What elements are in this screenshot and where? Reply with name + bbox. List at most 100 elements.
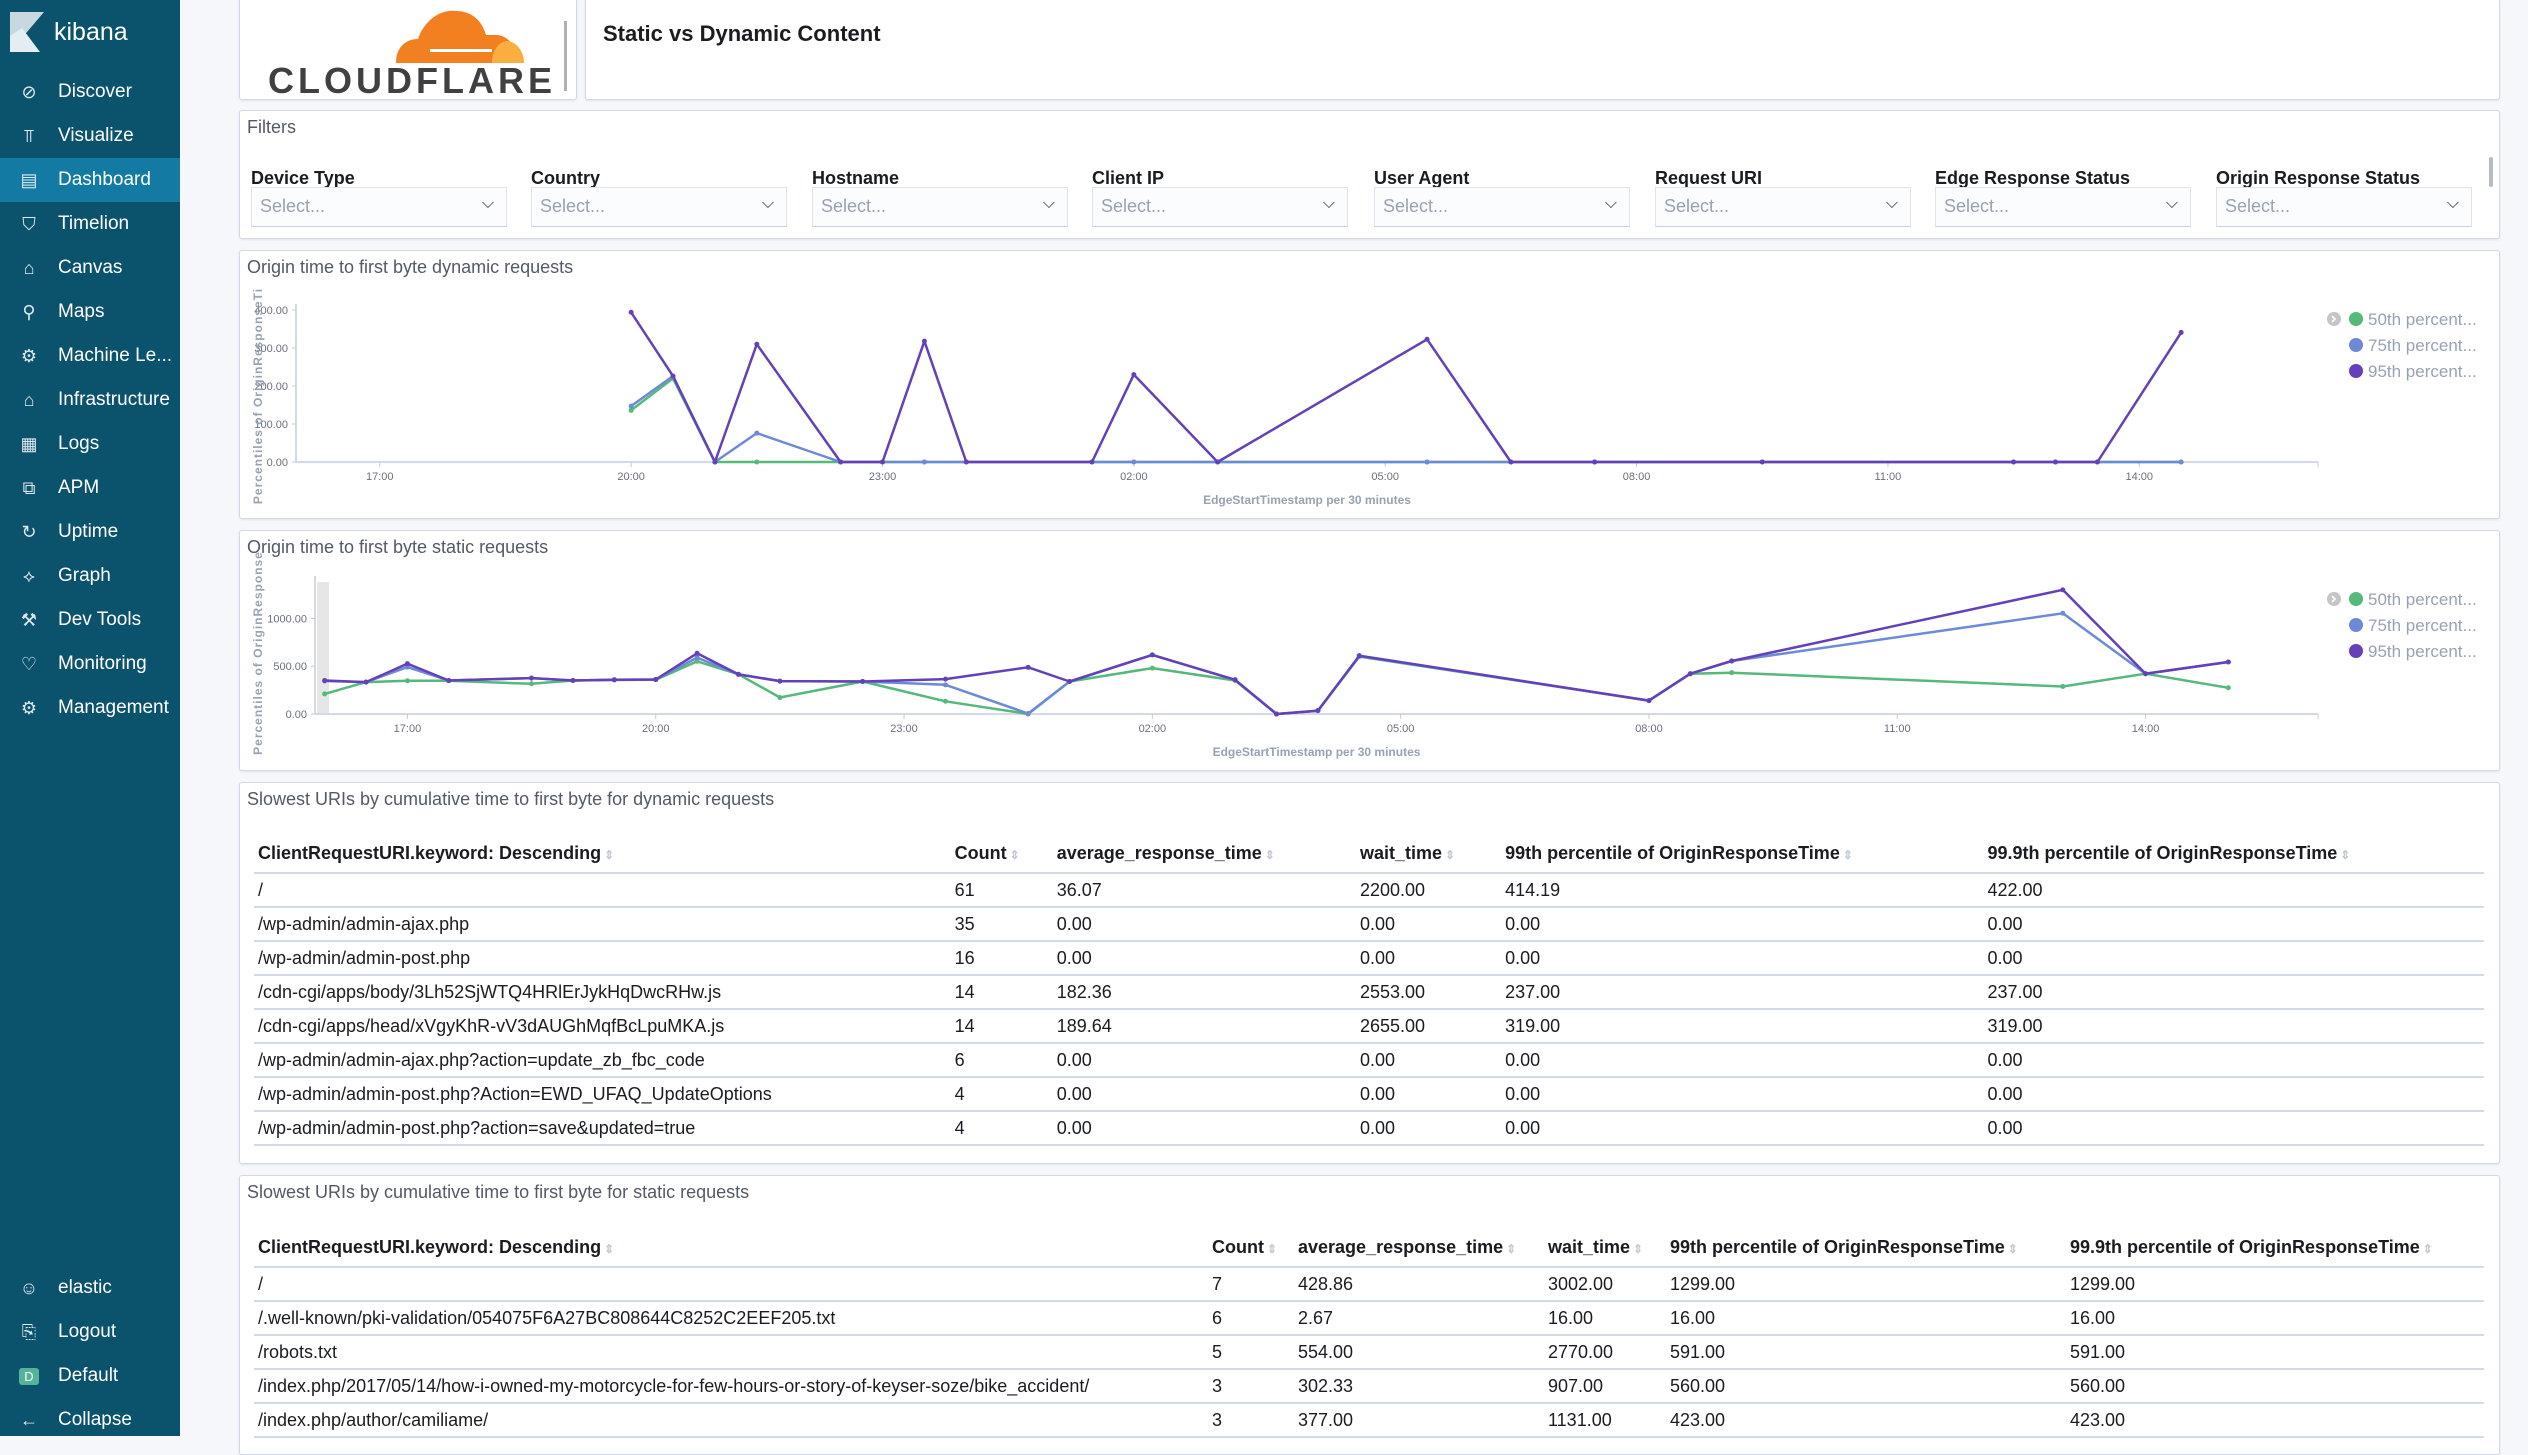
data-point[interactable] (322, 678, 328, 684)
data-point[interactable] (1508, 459, 1514, 465)
data-point[interactable] (446, 678, 452, 684)
table-cell[interactable]: /robots.txt (254, 1335, 1208, 1370)
user-agent-select[interactable]: Select... ⌵ (1374, 187, 1630, 227)
sort-icon[interactable]: ⇕ (1506, 1242, 1516, 1256)
sort-icon[interactable]: ⇕ (604, 848, 614, 862)
device-type-select[interactable]: Select... ⌵ (251, 187, 507, 227)
data-point[interactable] (2094, 459, 2100, 465)
data-point[interactable] (879, 459, 885, 465)
data-point[interactable] (942, 682, 948, 688)
data-point[interactable] (860, 678, 866, 684)
data-point[interactable] (2060, 683, 2066, 689)
data-point[interactable] (628, 403, 634, 409)
data-point[interactable] (1025, 664, 1031, 670)
data-point[interactable] (653, 676, 659, 682)
data-point[interactable] (2225, 685, 2231, 691)
sort-icon[interactable]: ⇕ (604, 1242, 614, 1256)
sort-icon[interactable]: ⇕ (1633, 1242, 1643, 1256)
sidebar-item-canvas[interactable]: ⌂ Canvas (0, 246, 180, 290)
sidebar-item-logs[interactable]: ▦ Logs (0, 422, 180, 466)
column-header[interactable]: wait_time ⇕ (1355, 835, 1502, 874)
sidebar-item-apm[interactable]: ⧉ APM (0, 466, 180, 510)
sort-icon[interactable]: ⇕ (1445, 848, 1455, 862)
data-point[interactable] (735, 671, 741, 677)
data-point[interactable] (2060, 610, 2066, 616)
data-point[interactable] (694, 650, 700, 656)
client-ip-select[interactable]: Select... ⌵ (1092, 187, 1348, 227)
data-point[interactable] (2011, 459, 2017, 465)
legend-item[interactable]: 75th percent... (2368, 616, 2477, 635)
data-point[interactable] (570, 678, 576, 684)
sidebar-item-infrastructure[interactable]: ⌂ Infrastructure (0, 378, 180, 422)
data-point[interactable] (754, 430, 760, 436)
table-cell[interactable]: / (254, 873, 951, 908)
legend-item[interactable]: 50th percent... (2368, 310, 2477, 329)
edge-response-status-select[interactable]: Select... ⌵ (1935, 187, 2191, 227)
sidebar-item-management[interactable]: ⚙ Management (0, 686, 180, 730)
origin-response-status-select[interactable]: Select... ⌵ (2216, 187, 2472, 227)
column-header[interactable]: ClientRequestURI.keyword: Descending ⇕ (254, 1229, 1208, 1268)
sort-icon[interactable]: ⇕ (2008, 1242, 2018, 1256)
data-point[interactable] (2178, 329, 2184, 335)
table-cell[interactable]: /cdn-cgi/apps/head/xVgyKhR-vV3dAUGhMqfBc… (254, 1009, 951, 1044)
data-point[interactable] (1025, 711, 1031, 717)
data-point[interactable] (1067, 678, 1073, 684)
data-point[interactable] (754, 459, 760, 465)
data-point[interactable] (1149, 665, 1155, 671)
data-point[interactable] (777, 695, 783, 701)
sort-icon[interactable]: ⇕ (2340, 848, 2350, 862)
column-header[interactable]: average_response_time ⇕ (1294, 1229, 1544, 1268)
data-point[interactable] (363, 679, 369, 685)
series-line-2[interactable] (630, 311, 2183, 464)
data-point[interactable] (1131, 459, 1137, 465)
data-point[interactable] (322, 691, 328, 697)
sort-icon[interactable]: ⇕ (1010, 848, 1020, 862)
table-cell[interactable]: /cdn-cgi/apps/body/3Lh52SjWTQ4HRlErJykHq… (254, 975, 951, 1010)
sidebar-item-discover[interactable]: ⊘ Discover (0, 70, 180, 114)
sidebar-item-default[interactable]: D Default (0, 1354, 180, 1398)
sort-icon[interactable]: ⇕ (1267, 1242, 1277, 1256)
table-cell[interactable]: /wp-admin/admin-post.php (254, 941, 951, 976)
country-select[interactable]: Select... ⌵ (531, 187, 787, 227)
legend-item[interactable]: 50th percent... (2368, 590, 2477, 609)
series-line-0[interactable] (324, 655, 2229, 716)
sidebar-item-timelion[interactable]: ⛉ Timelion (0, 202, 180, 246)
sort-icon[interactable]: ⇕ (2423, 1242, 2433, 1256)
data-point[interactable] (1232, 677, 1238, 683)
data-point[interactable] (628, 309, 634, 315)
data-point[interactable] (838, 459, 844, 465)
data-point[interactable] (942, 676, 948, 682)
sort-icon[interactable]: ⇕ (1843, 848, 1853, 862)
table-cell[interactable]: / (254, 1267, 1208, 1302)
data-point[interactable] (611, 677, 617, 683)
data-point[interactable] (529, 681, 535, 687)
series-line-2[interactable] (324, 588, 2229, 716)
series-line-0[interactable] (630, 377, 2182, 464)
data-point[interactable] (1149, 652, 1155, 658)
column-header[interactable]: 99.9th percentile of OriginResponseTime ⇕ (2066, 1229, 2484, 1268)
column-header[interactable]: ClientRequestURI.keyword: Descending ⇕ (254, 835, 951, 874)
data-point[interactable] (404, 678, 410, 684)
sidebar-item-uptime[interactable]: ↻ Uptime (0, 510, 180, 554)
table-cell[interactable]: /index.php/author/camiliame/ (254, 1403, 1208, 1438)
sidebar-item-monitoring[interactable]: ♡ Monitoring (0, 642, 180, 686)
scrollbar[interactable] (2489, 157, 2493, 187)
column-header[interactable]: 99.9th percentile of OriginResponseTime ⇕ (1983, 835, 2484, 874)
sidebar-item-machine-le[interactable]: ⚙ Machine Le... (0, 334, 180, 378)
sidebar-item-logout[interactable]: ⎘ Logout (0, 1310, 180, 1354)
data-point[interactable] (1131, 372, 1137, 378)
data-point[interactable] (2060, 587, 2066, 593)
data-point[interactable] (777, 678, 783, 684)
data-point[interactable] (2178, 459, 2184, 465)
legend-item[interactable]: 75th percent... (2368, 336, 2477, 355)
sort-icon[interactable]: ⇕ (1265, 848, 1275, 862)
sidebar-item-maps[interactable]: ⚲ Maps (0, 290, 180, 334)
data-point[interactable] (963, 459, 969, 465)
sidebar-item-dashboard[interactable]: ▤ Dashboard (0, 158, 180, 202)
column-header[interactable]: 99th percentile of OriginResponseTime ⇕ (1666, 1229, 2066, 1268)
data-point[interactable] (1089, 459, 1095, 465)
sidebar-item-graph[interactable]: ⟡ Graph (0, 554, 180, 598)
data-point[interactable] (1646, 698, 1652, 704)
hostname-select[interactable]: Select... ⌵ (812, 187, 1068, 227)
data-point[interactable] (754, 341, 760, 347)
